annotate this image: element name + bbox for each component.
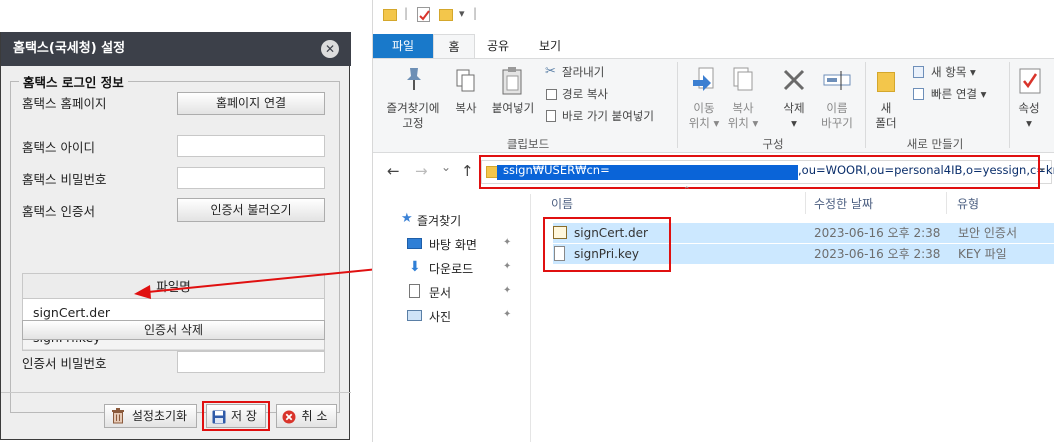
copy-to-label: 복사: [732, 101, 754, 115]
column-header-name[interactable]: 이름: [551, 195, 573, 212]
rename-label: 이름: [826, 101, 848, 115]
new-item-icon: [913, 66, 924, 78]
tab-home[interactable]: 홈: [433, 34, 475, 59]
qat-separator: |: [473, 6, 478, 20]
new-folder-icon: [877, 72, 895, 92]
pin-icon[interactable]: ✦: [503, 237, 511, 248]
paste-shortcut-icon: [546, 110, 556, 122]
properties-icon: [1019, 68, 1041, 94]
tab-view[interactable]: 보기: [529, 34, 571, 58]
easy-access-icon: [913, 88, 924, 100]
address-highlight: [479, 155, 1040, 189]
new-item-button[interactable]: 새 항목 ▾: [913, 64, 1003, 82]
files-highlight: [543, 217, 671, 272]
column-header-date[interactable]: 수정한 날짜: [814, 195, 873, 212]
delete-label: 삭제: [783, 101, 805, 115]
pin-icon[interactable]: ✦: [503, 309, 511, 320]
folder-icon[interactable]: [383, 9, 397, 21]
sidebar-item-label: 바탕 화면: [429, 238, 477, 252]
easy-access-button[interactable]: 빠른 연결 ▾: [913, 86, 1003, 104]
new-folder-qat-icon[interactable]: [439, 9, 453, 21]
pictures-icon: [407, 310, 422, 321]
tab-share[interactable]: 공유: [477, 34, 519, 58]
copy-path-label: 경로 복사: [562, 87, 608, 101]
paste-shortcut-button[interactable]: 바로 가기 붙여넣기: [545, 108, 675, 126]
easy-access-label: 빠른 연결 ▾: [931, 87, 987, 101]
file-type: KEY 파일: [958, 247, 1007, 261]
new-item-label: 새 항목 ▾: [931, 65, 976, 79]
organize-group-label: 구성: [762, 137, 784, 151]
sidebar-item-label: 즐겨찾기: [417, 214, 462, 228]
sidebar-item-label: 문서: [429, 286, 452, 300]
clipboard-group-label: 클립보드: [506, 137, 550, 151]
sidebar-item-quick-access[interactable]: ★ 즐겨찾기: [401, 211, 521, 229]
qat-separator: |: [404, 6, 409, 20]
properties-label: 속성: [1018, 101, 1040, 115]
sidebar-item-downloads[interactable]: ⬇ 다운로드 ✦: [407, 259, 527, 277]
desktop-icon: [407, 238, 422, 249]
paste-icon: [502, 67, 522, 95]
sort-ascending-icon: ⌃: [683, 186, 691, 196]
scissors-icon: ✂: [545, 64, 556, 79]
paste-label: 붙여넣기: [491, 101, 535, 115]
file-type: 보안 인증서: [958, 226, 1018, 240]
copy-path-button[interactable]: 경로 복사: [545, 86, 675, 104]
copy-to-icon: [733, 67, 753, 91]
column-divider: [805, 192, 806, 214]
new-group-label: 새로 만들기: [906, 137, 964, 151]
column-divider: [946, 192, 947, 214]
pin-label-2: 고정: [402, 116, 424, 130]
sidebar-item-label: 다운로드: [429, 262, 474, 276]
sidebar-divider: [530, 194, 531, 442]
sidebar-item-label: 사진: [429, 310, 452, 324]
move-to-label: 이동: [693, 101, 715, 115]
rename-icon: [823, 71, 851, 90]
copy-to-label-2: 위치 ▾: [727, 116, 759, 130]
star-icon: ★: [401, 211, 413, 226]
sidebar-item-pictures[interactable]: 사진 ✦: [407, 307, 527, 325]
document-icon: [409, 284, 420, 298]
pin-icon: [407, 68, 421, 90]
sidebar-item-desktop[interactable]: 바탕 화면 ✦: [407, 235, 527, 253]
tab-file[interactable]: 파일: [373, 34, 433, 58]
cut-label: 잘라내기: [562, 65, 605, 79]
ribbon-divider: [677, 62, 678, 148]
new-folder-label: 새: [880, 101, 892, 115]
sidebar-item-documents[interactable]: 문서 ✦: [407, 283, 527, 301]
back-arrow-icon[interactable]: ←: [387, 162, 400, 180]
new-folder-label-2: 폴더: [875, 116, 897, 130]
file-date: 2023-06-16 오후 2:38: [814, 226, 941, 240]
move-to-icon: [693, 67, 714, 91]
forward-arrow-icon[interactable]: →: [415, 162, 428, 180]
ribbon-divider: [865, 62, 866, 148]
pin-label: 즐겨찾기에: [386, 101, 440, 115]
properties-dropdown-icon: ▾: [1026, 116, 1032, 130]
move-to-label-2: 위치 ▾: [688, 116, 720, 130]
copy-label: 복사: [455, 101, 477, 115]
copy-icon: [456, 69, 475, 92]
pin-icon[interactable]: ✦: [503, 285, 511, 296]
copy-path-icon: [546, 89, 557, 100]
recent-locations-icon[interactable]: ⌄: [441, 160, 451, 174]
ribbon-divider: [1009, 62, 1010, 148]
file-date: 2023-06-16 오후 2:38: [814, 247, 941, 261]
download-arrow-icon: ⬇: [409, 259, 421, 275]
file-explorer-window: | ▾ | 파일 홈 공유 보기 즐겨찾기에 고정 복사 붙여넣기 ✂ 잘라내기…: [372, 0, 1054, 442]
cut-button[interactable]: ✂ 잘라내기: [545, 64, 675, 82]
paste-shortcut-label: 바로 가기 붙여넣기: [562, 109, 654, 123]
pin-icon[interactable]: ✦: [503, 261, 511, 272]
rename-label-2: 바꾸기: [821, 116, 853, 130]
up-arrow-icon[interactable]: ↑: [461, 162, 474, 180]
delete-x-icon: [783, 69, 805, 91]
column-header-type[interactable]: 유형: [957, 195, 979, 212]
delete-dropdown-icon: ▾: [791, 116, 797, 130]
qat-dropdown-icon[interactable]: ▾: [459, 7, 465, 20]
properties-qat-icon[interactable]: [417, 7, 430, 22]
